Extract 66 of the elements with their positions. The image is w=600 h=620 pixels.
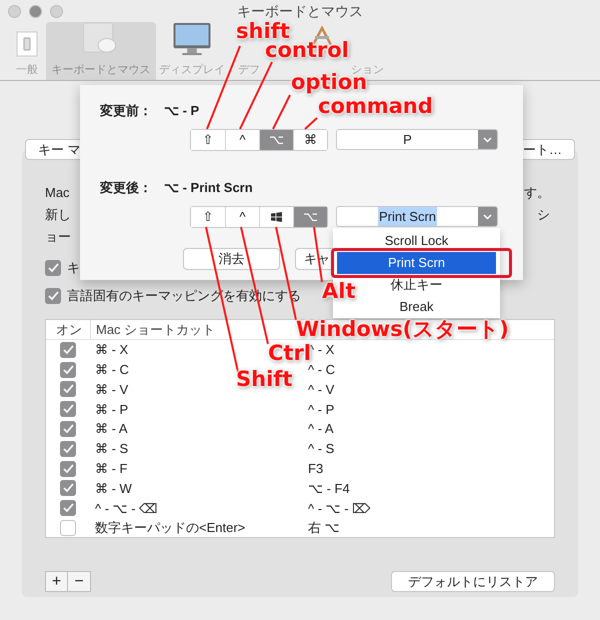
checkbox[interactable] [60, 421, 76, 438]
restore-defaults-button[interactable]: デフォルトにリストア [391, 571, 555, 592]
field-label: 変更後： [100, 179, 152, 198]
checkbox[interactable] [60, 440, 76, 457]
checkbox[interactable] [60, 480, 76, 496]
table-cell: ⌘ - F [95, 460, 128, 476]
table-cell: ⌘ - V [95, 382, 128, 397]
table-cell-text: 右 ⌥ [308, 519, 340, 538]
description-text: す。 [524, 184, 550, 202]
modifier-key-button[interactable]: ⌘ [293, 130, 327, 150]
checkbox-label: キ [67, 259, 80, 278]
window-control[interactable] [29, 4, 42, 18]
column-header: Mac ショートカット [90, 320, 216, 340]
description-text: 新し [45, 206, 71, 224]
leader-line [304, 117, 318, 130]
table-cell-text: F3 [308, 460, 324, 478]
table-cell: 数字キーパッドの<Enter> [95, 520, 246, 536]
checkbox[interactable] [60, 520, 76, 536]
table-cell: ⌘ - X [95, 342, 128, 358]
checkbox[interactable] [45, 288, 61, 304]
shortcut-text: ⌥ - P [164, 102, 200, 120]
checkbox[interactable] [60, 500, 76, 516]
remove-button[interactable]: − [68, 571, 91, 592]
key-dropdown[interactable]: P [336, 129, 498, 150]
table-cell-text: ^ - V [308, 380, 334, 399]
annotation-label: Alt [322, 280, 356, 302]
annotation-label: Windows(スタート) [296, 318, 509, 340]
checkbox[interactable] [60, 381, 76, 398]
table-cell-text: ^ - P [308, 400, 334, 419]
table-cell-text: ^ - A [308, 420, 334, 438]
table-cell-text: ⌥ - F4 [308, 480, 350, 498]
table-cell: ⌘ - C [95, 362, 129, 377]
dialog-button[interactable]: 消去 [183, 248, 280, 270]
checkbox[interactable] [60, 460, 76, 477]
checkbox[interactable] [60, 362, 76, 378]
description-text: シ [537, 206, 550, 224]
description-text: Mac [45, 184, 70, 202]
add-button[interactable]: + [45, 571, 68, 592]
annotation-label: control [265, 39, 349, 61]
display-icon [172, 22, 212, 57]
description-text: ョー [45, 228, 71, 246]
table-cell-text: ^ - C [308, 360, 336, 379]
menu-item[interactable]: Scroll Lock [337, 230, 496, 252]
annotation-label: Shift [236, 368, 292, 390]
table-cell-text: ^ - ⌥ - ⌦ [308, 500, 370, 518]
table-cell: ⌘ - A [95, 421, 128, 436]
table-cell: ^ - ⌥ - ⌫ [95, 500, 158, 516]
table-cell: ⌘ - S [95, 441, 128, 456]
chevron-down-icon [483, 136, 492, 142]
table-cell: ⌘ - W [95, 480, 132, 496]
table-cell: ⌘ - P [95, 402, 128, 417]
annotation-label: command [318, 95, 433, 117]
windows-logo-icon [271, 212, 282, 222]
annotation-label: shift [236, 20, 290, 42]
column-header: オン [55, 320, 83, 339]
key-dropdown[interactable]: Print Scrn [336, 206, 498, 227]
window-title: キーボードとマウス [237, 2, 363, 18]
table-cell-text: ^ - S [308, 440, 334, 458]
field-label: 変更前： [100, 102, 152, 120]
checkbox[interactable] [60, 401, 76, 418]
menu-item[interactable]: Print Scrn [337, 252, 496, 274]
switch-icon [16, 31, 38, 57]
chevron-down-icon [483, 214, 492, 220]
shortcut-text: ⌥ - Print Scrn [164, 179, 253, 198]
checkbox[interactable] [45, 260, 61, 276]
checkbox[interactable] [60, 342, 76, 358]
